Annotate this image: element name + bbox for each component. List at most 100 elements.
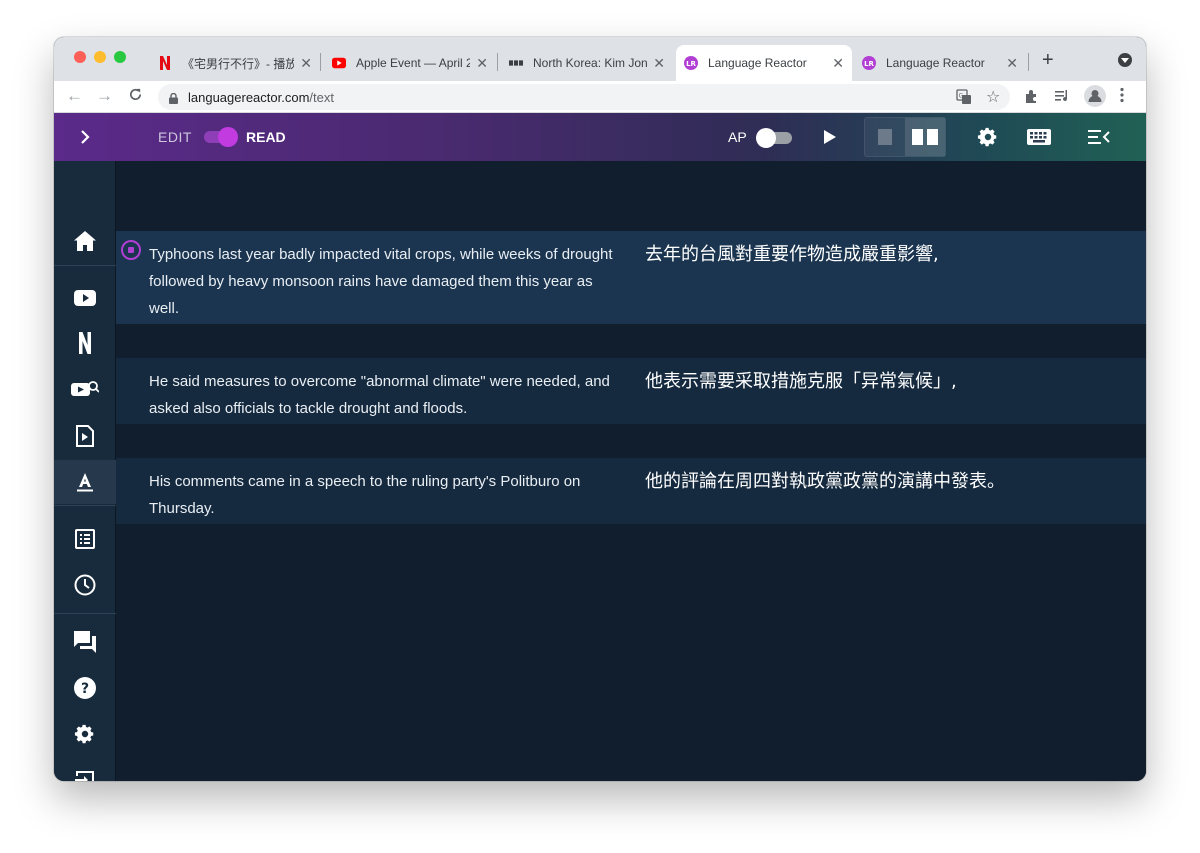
sentence-row[interactable]: Typhoons last year badly impacted vital … bbox=[116, 231, 1146, 324]
exit-icon bbox=[75, 771, 94, 781]
sidebar-item-help[interactable]: ? bbox=[54, 666, 116, 710]
sidebar-toggle-button[interactable] bbox=[54, 113, 116, 161]
media-control-icon[interactable] bbox=[1054, 88, 1072, 109]
tab-divider bbox=[320, 53, 321, 71]
close-window-button[interactable] bbox=[74, 51, 86, 63]
edit-mode-label[interactable]: EDIT bbox=[158, 129, 192, 145]
tab-close-icon[interactable]: ✕ bbox=[832, 55, 844, 72]
tab-title: Language Reactor bbox=[708, 56, 807, 70]
tab-close-icon[interactable]: ✕ bbox=[476, 55, 488, 72]
zoom-window-button[interactable] bbox=[114, 51, 126, 63]
bbc-icon bbox=[509, 56, 523, 70]
chevron-right-icon bbox=[81, 130, 90, 144]
clock-icon bbox=[74, 574, 96, 596]
sentence-row[interactable]: He said measures to overcome "abnormal c… bbox=[116, 358, 1146, 424]
tab-close-icon[interactable]: ✕ bbox=[1006, 55, 1018, 72]
help-icon: ? bbox=[74, 677, 96, 699]
play-icon[interactable] bbox=[818, 125, 842, 149]
sidebar-item-netflix[interactable] bbox=[54, 321, 116, 365]
current-sentence-marker[interactable] bbox=[121, 240, 141, 260]
home-icon bbox=[74, 231, 96, 251]
language-reactor-icon: LR bbox=[862, 56, 876, 70]
language-reactor-icon: LR bbox=[684, 56, 698, 70]
sidebar-divider bbox=[54, 265, 116, 266]
sidebar-item-text[interactable] bbox=[54, 460, 116, 504]
extensions-icon[interactable] bbox=[1024, 88, 1040, 109]
browser-tab-language-reactor-active[interactable]: LR Language Reactor ✕ bbox=[676, 45, 852, 81]
tab-close-icon[interactable]: ✕ bbox=[653, 55, 665, 72]
sidebar-item-logout[interactable] bbox=[54, 758, 116, 781]
address-bar[interactable]: languagereactor.com/text G ☆ bbox=[158, 84, 1010, 110]
single-column-icon bbox=[878, 129, 892, 145]
video-search-icon bbox=[71, 381, 99, 396]
sentence-row[interactable]: His comments came in a speech to the rul… bbox=[116, 458, 1146, 524]
browser-tab-apple-event[interactable]: Apple Event — April 2 ✕ bbox=[324, 45, 496, 81]
text-icon bbox=[77, 473, 93, 492]
sentence-translation: 他表示需要采取措施克服「异常氣候」, bbox=[645, 371, 957, 392]
svg-text:?: ? bbox=[81, 681, 89, 697]
read-mode-label[interactable]: READ bbox=[246, 129, 286, 145]
url-text: languagereactor.com/text bbox=[188, 90, 334, 105]
bookmark-star-icon[interactable]: ☆ bbox=[986, 87, 1000, 107]
browser-tab-language-reactor[interactable]: LR Language Reactor ✕ bbox=[854, 45, 1026, 81]
svg-text:LR: LR bbox=[864, 60, 874, 68]
youtube-icon bbox=[332, 56, 346, 70]
gear-icon bbox=[74, 724, 94, 744]
netflix-icon bbox=[79, 332, 91, 354]
sentence-original[interactable]: His comments came in a speech to the rul… bbox=[149, 468, 619, 522]
lock-icon bbox=[169, 91, 178, 104]
app-header: EDIT READ AP bbox=[54, 113, 1146, 161]
tab-search-button[interactable] bbox=[1118, 53, 1132, 67]
tab-divider bbox=[497, 53, 498, 71]
tab-title: 《宅男行不行》- 播放 bbox=[182, 56, 295, 71]
sentence-original[interactable]: Typhoons last year badly impacted vital … bbox=[149, 241, 619, 322]
forward-button[interactable]: → bbox=[96, 86, 113, 106]
sidebar-divider bbox=[54, 505, 116, 506]
edit-read-toggle-knob[interactable] bbox=[218, 127, 238, 147]
two-column-layout-button[interactable] bbox=[905, 118, 945, 156]
sidebar-item-list[interactable] bbox=[54, 517, 116, 561]
two-column-icon bbox=[912, 129, 938, 145]
keyboard-icon[interactable] bbox=[1026, 125, 1052, 149]
tab-title: Language Reactor bbox=[886, 56, 985, 70]
sidebar-item-chat[interactable] bbox=[54, 620, 116, 664]
reload-icon bbox=[130, 88, 142, 100]
autopause-label: AP bbox=[728, 129, 747, 145]
collapse-panel-icon[interactable] bbox=[1086, 125, 1112, 149]
browser-window: 《宅男行不行》- 播放 ✕ Apple Event — April 2 ✕ No… bbox=[54, 37, 1146, 781]
sentence-translation: 去年的台風對重要作物造成嚴重影響, bbox=[645, 244, 939, 265]
single-column-layout-button[interactable] bbox=[865, 118, 905, 156]
sidebar-item-history[interactable] bbox=[54, 563, 116, 607]
autopause-toggle-knob[interactable] bbox=[756, 128, 776, 148]
sentence-original[interactable]: He said measures to overcome "abnormal c… bbox=[149, 368, 619, 422]
browser-tab-bbc[interactable]: North Korea: Kim Jon ✕ bbox=[501, 45, 673, 81]
layout-switcher bbox=[864, 117, 946, 157]
netflix-icon bbox=[158, 56, 172, 70]
sidebar-item-youtube[interactable] bbox=[54, 276, 116, 320]
minimize-window-button[interactable] bbox=[94, 51, 106, 63]
list-icon bbox=[75, 529, 95, 549]
sentence-translation: 他的評論在周四對執政黨政黨的演講中發表。 bbox=[645, 471, 1005, 492]
tab-title: Apple Event — April 2 bbox=[356, 56, 471, 70]
sidebar-item-settings[interactable] bbox=[54, 712, 116, 756]
sidebar-item-video-library[interactable] bbox=[54, 367, 116, 411]
tab-divider bbox=[1028, 53, 1029, 71]
chat-icon bbox=[74, 631, 96, 653]
sidebar-divider bbox=[54, 613, 116, 614]
tab-close-icon[interactable]: ✕ bbox=[300, 55, 312, 72]
youtube-icon bbox=[74, 290, 96, 306]
gear-icon[interactable] bbox=[976, 125, 1000, 149]
translate-icon[interactable]: G bbox=[956, 89, 972, 110]
new-tab-button[interactable]: + bbox=[1042, 49, 1054, 72]
media-file-icon bbox=[76, 425, 94, 447]
tab-strip: 《宅男行不行》- 播放 ✕ Apple Event — April 2 ✕ No… bbox=[54, 37, 1146, 81]
svg-text:LR: LR bbox=[686, 60, 696, 68]
sidebar-item-home[interactable] bbox=[54, 219, 116, 263]
browser-tab-netflix[interactable]: 《宅男行不行》- 播放 ✕ bbox=[150, 45, 320, 81]
back-button[interactable]: ← bbox=[66, 86, 83, 106]
reload-button[interactable] bbox=[128, 87, 143, 107]
browser-menu-icon[interactable] bbox=[1120, 87, 1124, 108]
svg-text:G: G bbox=[959, 93, 964, 100]
sidebar-item-media-file[interactable] bbox=[54, 414, 116, 458]
profile-avatar[interactable] bbox=[1084, 85, 1106, 112]
